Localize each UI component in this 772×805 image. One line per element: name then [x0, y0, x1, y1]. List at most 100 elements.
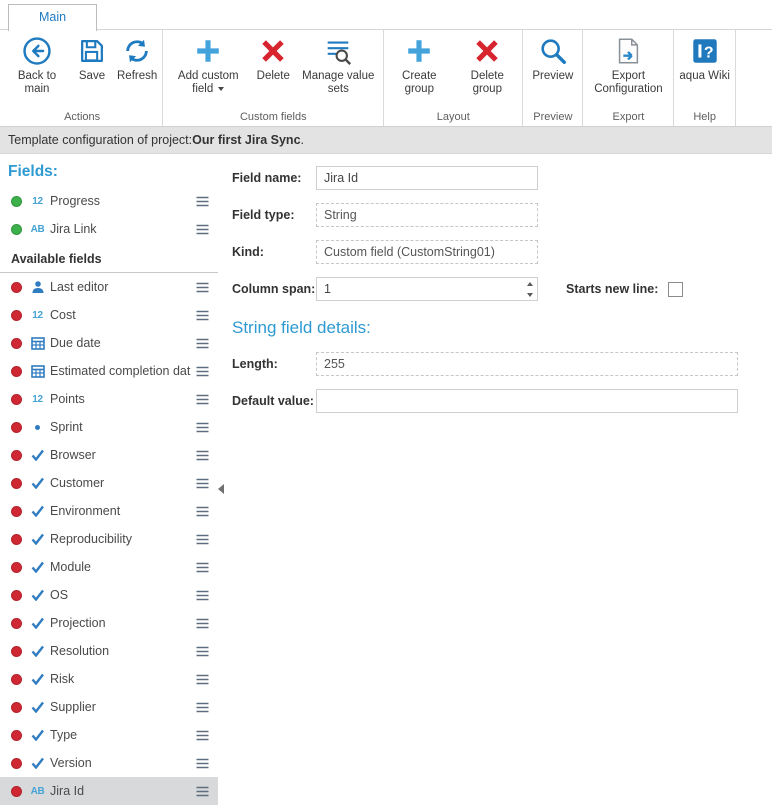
- available-fields-header: Available fields: [0, 243, 218, 273]
- spinner-down-icon[interactable]: [522, 289, 537, 300]
- delete-x-icon: [258, 36, 288, 66]
- manage-value-sets-icon: [323, 36, 353, 66]
- export-icon: [613, 36, 643, 66]
- ribbon-group-label: Layout: [386, 108, 520, 126]
- ribbon-group-label: Actions: [4, 108, 160, 126]
- field-row-label: Sprint: [50, 420, 192, 434]
- starts-new-line-checkbox[interactable]: [668, 282, 683, 297]
- drag-handle-icon[interactable]: [196, 562, 209, 573]
- field-row-environment[interactable]: Environment: [0, 497, 218, 525]
- field-name-input[interactable]: [316, 166, 538, 190]
- field-row-sprint[interactable]: Sprint: [0, 413, 218, 441]
- delete-button[interactable]: Delete: [253, 33, 293, 86]
- field-row-browser[interactable]: Browser: [0, 441, 218, 469]
- field-type-label: Field type:: [232, 208, 316, 222]
- field-type-input[interactable]: [316, 203, 538, 227]
- drag-handle-icon[interactable]: [196, 450, 209, 461]
- field-row-points[interactable]: 12Points: [0, 385, 218, 413]
- back-to-main-button[interactable]: Back to main: [4, 33, 70, 99]
- red-status-icon: [11, 282, 22, 293]
- delete-group-button[interactable]: Delete group: [454, 33, 520, 99]
- drag-handle-icon[interactable]: [196, 338, 209, 349]
- column-span-spinner[interactable]: [522, 278, 537, 300]
- field-row-label: Reproducibility: [50, 532, 192, 546]
- drag-handle-icon[interactable]: [196, 534, 209, 545]
- assigned-fields-list: 12ProgressABJira Link: [0, 187, 218, 243]
- calendar-type-icon: [28, 336, 47, 350]
- drag-handle-icon[interactable]: [196, 758, 209, 769]
- field-row-version[interactable]: Version: [0, 749, 218, 777]
- form-row-default-value: Default value:: [232, 389, 772, 413]
- title-prefix: Template configuration of project:: [8, 133, 192, 147]
- field-row-label: Browser: [50, 448, 192, 462]
- preview-button[interactable]: Preview: [529, 33, 576, 86]
- drag-handle-icon[interactable]: [196, 702, 209, 713]
- refresh-button[interactable]: Refresh: [114, 33, 160, 86]
- save-button[interactable]: Save: [72, 33, 112, 86]
- check-type-icon: [28, 701, 47, 713]
- drag-handle-icon[interactable]: [196, 282, 209, 293]
- kind-input[interactable]: [316, 240, 538, 264]
- ribbon-button-label: Add custom field: [168, 70, 248, 96]
- drag-handle-icon[interactable]: [196, 590, 209, 601]
- drag-handle-icon[interactable]: [196, 646, 209, 657]
- fields-title: Fields:: [0, 154, 218, 187]
- check-type-icon: [28, 533, 47, 545]
- drag-handle-icon[interactable]: [196, 394, 209, 405]
- field-row-supplier[interactable]: Supplier: [0, 693, 218, 721]
- field-row-type[interactable]: Type: [0, 721, 218, 749]
- default-value-input[interactable]: [316, 389, 738, 413]
- plus-icon: [193, 36, 223, 66]
- kind-input-box: [316, 240, 538, 264]
- ribbon-group-custom-fields: Add custom field DeleteManage value sets…: [163, 30, 384, 126]
- drag-handle-icon[interactable]: [196, 730, 209, 741]
- field-row-progress[interactable]: 12Progress: [0, 187, 218, 215]
- ribbon-button-label: Refresh: [117, 70, 157, 83]
- drag-handle-icon[interactable]: [196, 478, 209, 489]
- drag-handle-icon[interactable]: [196, 786, 209, 797]
- field-row-jira-link[interactable]: ABJira Link: [0, 215, 218, 243]
- green-status-icon: [11, 224, 22, 235]
- field-row-jira-id[interactable]: ABJira Id: [0, 777, 218, 805]
- ribbon-button-label: Preview: [532, 70, 573, 83]
- red-status-icon: [11, 310, 22, 321]
- drag-handle-icon[interactable]: [196, 674, 209, 685]
- field-row-cost[interactable]: 12Cost: [0, 301, 218, 329]
- field-row-label: Due date: [50, 336, 192, 350]
- drag-handle-icon[interactable]: [196, 506, 209, 517]
- length-input[interactable]: [316, 352, 738, 376]
- field-row-customer[interactable]: Customer: [0, 469, 218, 497]
- aqua-wiki-button[interactable]: ?aqua Wiki: [676, 33, 733, 86]
- refresh-icon: [122, 36, 152, 66]
- field-name-input-box: [316, 166, 538, 190]
- field-row-due-date[interactable]: Due date: [0, 329, 218, 357]
- ribbon-group-label: Help: [676, 108, 733, 126]
- drag-handle-icon[interactable]: [196, 422, 209, 433]
- field-row-risk[interactable]: Risk: [0, 665, 218, 693]
- add-custom-field-button[interactable]: Add custom field: [165, 33, 251, 99]
- drag-handle-icon[interactable]: [196, 196, 209, 207]
- drag-handle-icon[interactable]: [196, 366, 209, 377]
- red-status-icon: [11, 590, 22, 601]
- field-row-estimated-completion-dat[interactable]: Estimated completion dat: [0, 357, 218, 385]
- tab-main[interactable]: Main: [8, 4, 97, 31]
- sidebar-collapse-arrow[interactable]: [218, 484, 224, 494]
- manage-value-sets-button[interactable]: Manage value sets: [295, 33, 381, 99]
- field-row-label: Jira Link: [50, 222, 192, 236]
- field-row-os[interactable]: OS: [0, 581, 218, 609]
- field-row-reproducibility[interactable]: Reproducibility: [0, 525, 218, 553]
- export-configuration-button[interactable]: Export Configuration: [585, 33, 671, 99]
- drag-handle-icon[interactable]: [196, 310, 209, 321]
- field-row-module[interactable]: Module: [0, 553, 218, 581]
- drag-handle-icon[interactable]: [196, 224, 209, 235]
- check-type-icon: [28, 645, 47, 657]
- field-row-last-editor[interactable]: Last editor: [0, 273, 218, 301]
- field-row-projection[interactable]: Projection: [0, 609, 218, 637]
- field-row-resolution[interactable]: Resolution: [0, 637, 218, 665]
- field-config-form: Field name:Field type:Kind:Column span:S…: [232, 166, 772, 301]
- create-group-button[interactable]: Create group: [386, 33, 452, 99]
- column-span-input[interactable]: [316, 277, 538, 301]
- spinner-up-icon[interactable]: [522, 278, 537, 289]
- drag-handle-icon[interactable]: [196, 618, 209, 629]
- available-fields-list: Last editor12Cost Due date Estimated compl…: [0, 273, 218, 805]
